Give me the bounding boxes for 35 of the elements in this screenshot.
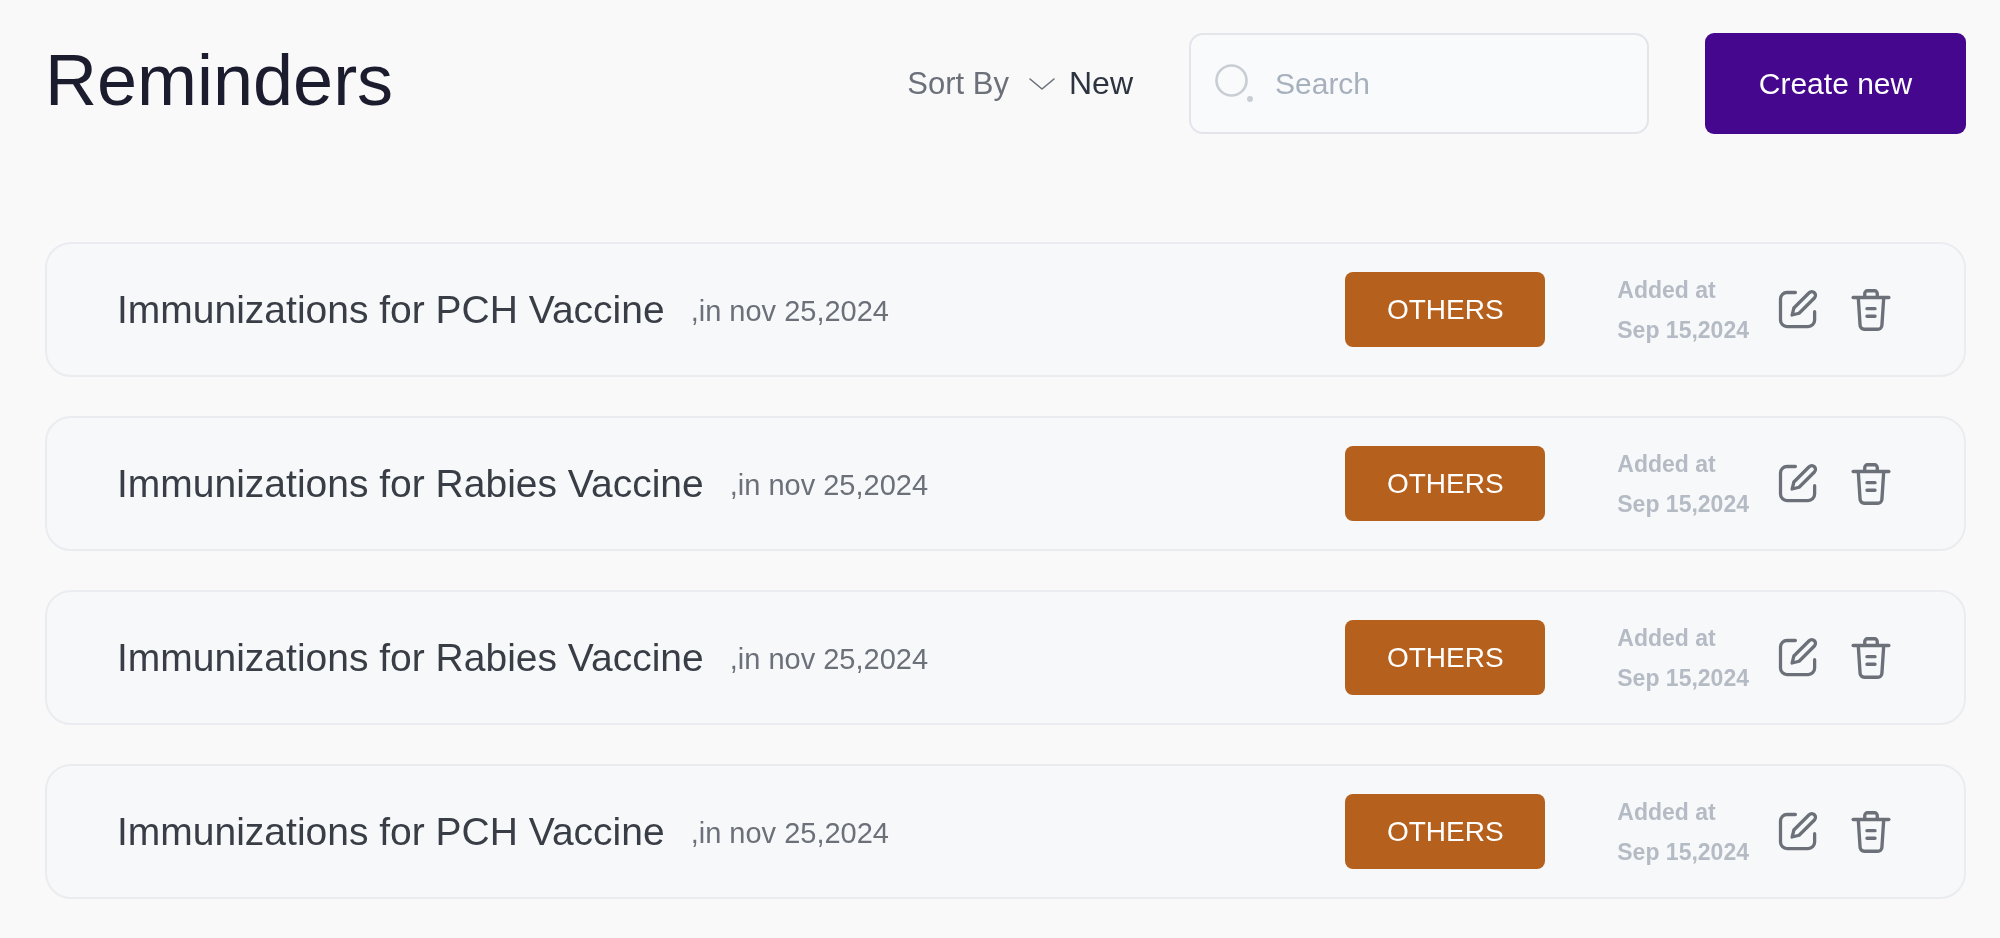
trash-icon[interactable] [1851,288,1891,331]
reminder-due-date: ,in nov 25,2024 [690,817,889,850]
added-date: Sep 15,2024 [1617,663,1749,693]
reminder-title: Immunizations for PCH Vaccine [117,287,665,332]
added-label: Added at [1617,797,1717,827]
trash-icon[interactable] [1851,636,1891,679]
page-title: Reminders [45,43,394,116]
sort-dropdown[interactable]: New [1029,65,1133,102]
sort-label: Sort By [907,65,1009,102]
reminder-due-date: ,in nov 25,2024 [690,295,889,328]
reminder-due-date: ,in nov 25,2024 [729,469,929,502]
edit-icon[interactable] [1777,288,1819,331]
search-field[interactable]: Search [1189,33,1649,134]
edit-icon[interactable] [1777,810,1819,853]
added-label: Added at [1617,275,1717,305]
added-date: Sep 15,2024 [1617,837,1749,867]
search-icon [1214,63,1254,103]
create-new-button[interactable]: Create new [1705,33,1966,134]
reminder-title: Immunizations for PCH Vaccine [117,809,665,854]
edit-icon[interactable] [1777,636,1819,679]
added-label: Added at [1617,623,1717,653]
edit-icon[interactable] [1777,462,1819,505]
added-label: Added at [1617,449,1717,479]
added-date: Sep 15,2024 [1617,489,1749,519]
added-date: Sep 15,2024 [1617,315,1749,345]
category-tag: OTHERS [1345,620,1546,695]
reminder-title: Immunizations for Rabies Vaccine [117,461,704,506]
reminder-title: Immunizations for Rabies Vaccine [117,635,704,680]
category-tag: OTHERS [1345,272,1546,347]
reminder-due-date: ,in nov 25,2024 [729,643,929,676]
trash-icon[interactable] [1851,810,1891,853]
category-tag: OTHERS [1345,794,1546,869]
category-tag: OTHERS [1345,446,1546,521]
chevron-down-icon [1029,77,1055,90]
trash-icon[interactable] [1851,462,1891,505]
